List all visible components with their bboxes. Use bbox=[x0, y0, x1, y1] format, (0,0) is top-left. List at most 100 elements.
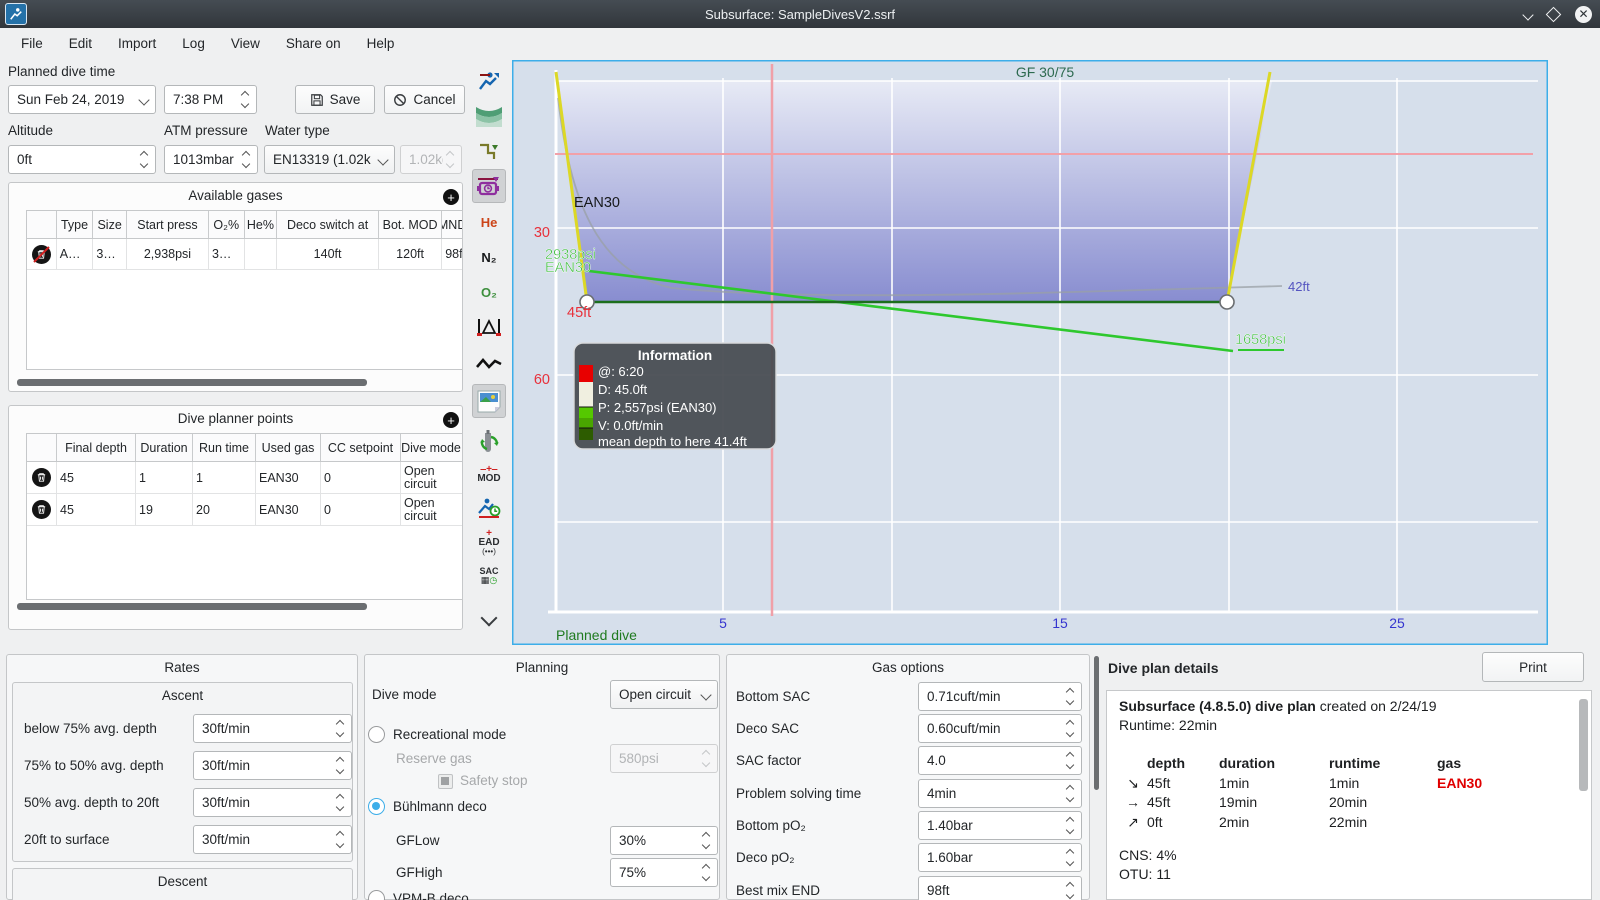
spinner-arrows-icon[interactable] bbox=[333, 719, 347, 738]
water-type-combobox[interactable]: EN13319 (1.02k bbox=[264, 145, 395, 174]
photos-icon[interactable] bbox=[472, 384, 506, 418]
dive-date-combobox[interactable]: Sun Feb 24, 2019 bbox=[8, 85, 156, 114]
cell-used-gas[interactable]: EAN30 bbox=[256, 494, 321, 525]
ascent-rate-3-spinbox[interactable]: 30ft/min bbox=[193, 788, 352, 817]
dive-plan-notes[interactable]: Subsurface (4.8.5.0) dive plan created o… bbox=[1106, 690, 1592, 900]
ascent-rate-2-spinbox[interactable]: 30ft/min bbox=[193, 751, 352, 780]
spinner-arrows-icon[interactable] bbox=[1063, 687, 1077, 706]
col-run-time[interactable]: Run time bbox=[193, 434, 256, 461]
titlebar[interactable]: Subsurface: SampleDivesV2.ssrf ✕ bbox=[0, 0, 1600, 28]
cell-mnd[interactable]: 98ft bbox=[442, 239, 462, 269]
vpmb-deco-radio[interactable] bbox=[368, 890, 385, 900]
table-row[interactable]: 45 1 1 EAN30 0 Open circuit bbox=[27, 462, 462, 494]
calculated-ceiling-icon[interactable] bbox=[472, 99, 506, 133]
mod-icon[interactable]: ‒+‒ MOD bbox=[472, 457, 506, 491]
atm-pressure-spinbox[interactable]: 1013mbar bbox=[164, 145, 258, 174]
print-button[interactable]: Print bbox=[1482, 652, 1584, 682]
problem-solving-time-spinbox[interactable]: 4min bbox=[918, 779, 1082, 808]
spinner-arrows-icon[interactable] bbox=[699, 863, 713, 882]
spinner-arrows-icon[interactable] bbox=[1063, 751, 1077, 770]
cancel-button[interactable]: Cancel bbox=[384, 85, 465, 114]
add-point-button[interactable]: + bbox=[443, 412, 459, 428]
oxygen-graph-icon[interactable]: O₂ bbox=[472, 275, 506, 309]
ruler-icon[interactable] bbox=[472, 310, 506, 344]
menu-edit[interactable]: Edit bbox=[56, 32, 105, 55]
spinner-arrows-icon[interactable] bbox=[238, 90, 252, 109]
cell-start-press[interactable]: 2,938psi bbox=[127, 239, 209, 269]
dc-reported-icon[interactable] bbox=[472, 169, 506, 203]
col-deco-switch[interactable]: Deco switch at bbox=[277, 211, 379, 238]
row-header-cell[interactable] bbox=[27, 494, 57, 525]
col-type[interactable]: Type bbox=[57, 211, 94, 238]
save-button[interactable]: Save bbox=[295, 85, 375, 114]
dive-time-spinbox[interactable]: 7:38 PM bbox=[164, 85, 257, 114]
cell-bot-mod[interactable]: 120ft bbox=[379, 239, 443, 269]
menu-help[interactable]: Help bbox=[354, 32, 408, 55]
add-gas-button[interactable]: + bbox=[443, 189, 459, 205]
planned-dive-tab[interactable]: Planned dive bbox=[556, 627, 637, 643]
col-cc-setpoint[interactable]: CC setpoint bbox=[321, 434, 401, 461]
vertical-scrollbar[interactable] bbox=[1094, 656, 1099, 790]
gfhigh-spinbox[interactable]: 75% bbox=[610, 858, 718, 887]
spinner-arrows-icon[interactable] bbox=[333, 793, 347, 812]
row-header-cell[interactable] bbox=[27, 239, 57, 269]
cell-deco-switch[interactable]: 140ft bbox=[277, 239, 379, 269]
delete-point-icon[interactable] bbox=[32, 468, 51, 487]
ascent-rate-4-spinbox[interactable]: 30ft/min bbox=[193, 825, 352, 854]
buhlmann-deco-radio[interactable] bbox=[368, 798, 385, 815]
deco-sac-spinbox[interactable]: 0.60cuft/min bbox=[918, 714, 1082, 743]
spinner-arrows-icon[interactable] bbox=[239, 150, 253, 169]
spinner-arrows-icon[interactable] bbox=[333, 830, 347, 849]
horizontal-scrollbar[interactable] bbox=[17, 603, 367, 610]
cell-run-time[interactable]: 20 bbox=[193, 494, 256, 525]
gas-change-icon[interactable] bbox=[472, 423, 506, 457]
cell-final-depth[interactable]: 45 bbox=[57, 462, 136, 493]
gflow-spinbox[interactable]: 30% bbox=[610, 826, 718, 855]
cell-duration[interactable]: 19 bbox=[136, 494, 193, 525]
spinner-arrows-icon[interactable] bbox=[699, 831, 713, 850]
delete-point-icon[interactable] bbox=[32, 500, 51, 519]
menu-file[interactable]: File bbox=[8, 32, 56, 55]
spinner-arrows-icon[interactable] bbox=[333, 756, 347, 775]
cell-he[interactable] bbox=[245, 239, 278, 269]
cell-cc-setpoint[interactable]: 0 bbox=[321, 494, 401, 525]
cell-dive-mode[interactable]: Open circuit bbox=[401, 462, 461, 493]
delete-gas-disabled-icon[interactable] bbox=[31, 244, 51, 264]
ndl-tts-icon[interactable] bbox=[472, 491, 506, 525]
spinner-arrows-icon[interactable] bbox=[1063, 784, 1077, 803]
spinner-arrows-icon[interactable] bbox=[137, 150, 151, 169]
ead-icon[interactable]: + EAD (•••) bbox=[472, 525, 506, 559]
col-mnd[interactable]: MND bbox=[442, 211, 462, 238]
menu-view[interactable]: View bbox=[218, 32, 273, 55]
spinner-arrows-icon[interactable] bbox=[1063, 719, 1077, 738]
nitrogen-graph-icon[interactable]: N₂ bbox=[472, 240, 506, 274]
horizontal-scrollbar[interactable] bbox=[17, 379, 367, 386]
cell-used-gas[interactable]: EAN30 bbox=[256, 462, 321, 493]
cell-o2[interactable]: 3… bbox=[209, 239, 245, 269]
cell-duration[interactable]: 1 bbox=[136, 462, 193, 493]
spinner-arrows-icon[interactable] bbox=[1063, 848, 1077, 867]
close-icon[interactable]: ✕ bbox=[1575, 5, 1592, 23]
table-row[interactable]: A… 3… 2,938psi 3… 140ft 120ft 98ft bbox=[27, 239, 462, 270]
cell-size[interactable]: 3… bbox=[93, 239, 127, 269]
deco-po2-spinbox[interactable]: 1.60bar bbox=[918, 843, 1082, 872]
sac-icon[interactable]: SAC ▦◷ bbox=[472, 559, 506, 593]
spinner-arrows-icon[interactable] bbox=[1063, 816, 1077, 835]
bottom-po2-spinbox[interactable]: 1.40bar bbox=[918, 811, 1082, 840]
collapse-icon[interactable] bbox=[472, 605, 506, 631]
cell-cc-setpoint[interactable]: 0 bbox=[321, 462, 401, 493]
helium-graph-icon[interactable]: He bbox=[472, 205, 506, 239]
col-start-press[interactable]: Start press bbox=[127, 211, 209, 238]
profile-handle[interactable] bbox=[1219, 294, 1235, 310]
col-duration[interactable]: Duration bbox=[136, 434, 193, 461]
sac-factor-spinbox[interactable]: 4.0 bbox=[918, 746, 1082, 775]
ascent-rate-1-spinbox[interactable]: 30ft/min bbox=[193, 714, 352, 743]
cell-run-time[interactable]: 1 bbox=[193, 462, 256, 493]
cell-final-depth[interactable]: 45 bbox=[57, 494, 136, 525]
notes-vertical-scrollbar[interactable] bbox=[1579, 699, 1588, 791]
col-bot-mod[interactable]: Bot. MOD bbox=[379, 211, 443, 238]
menu-share-on[interactable]: Share on bbox=[273, 32, 354, 55]
menu-import[interactable]: Import bbox=[105, 32, 169, 55]
col-he[interactable]: He% bbox=[245, 211, 278, 238]
dive-profile-chart[interactable]: GF 30/75 EAN30 30 60 2938psi EAN30 45ft … bbox=[510, 58, 1550, 647]
